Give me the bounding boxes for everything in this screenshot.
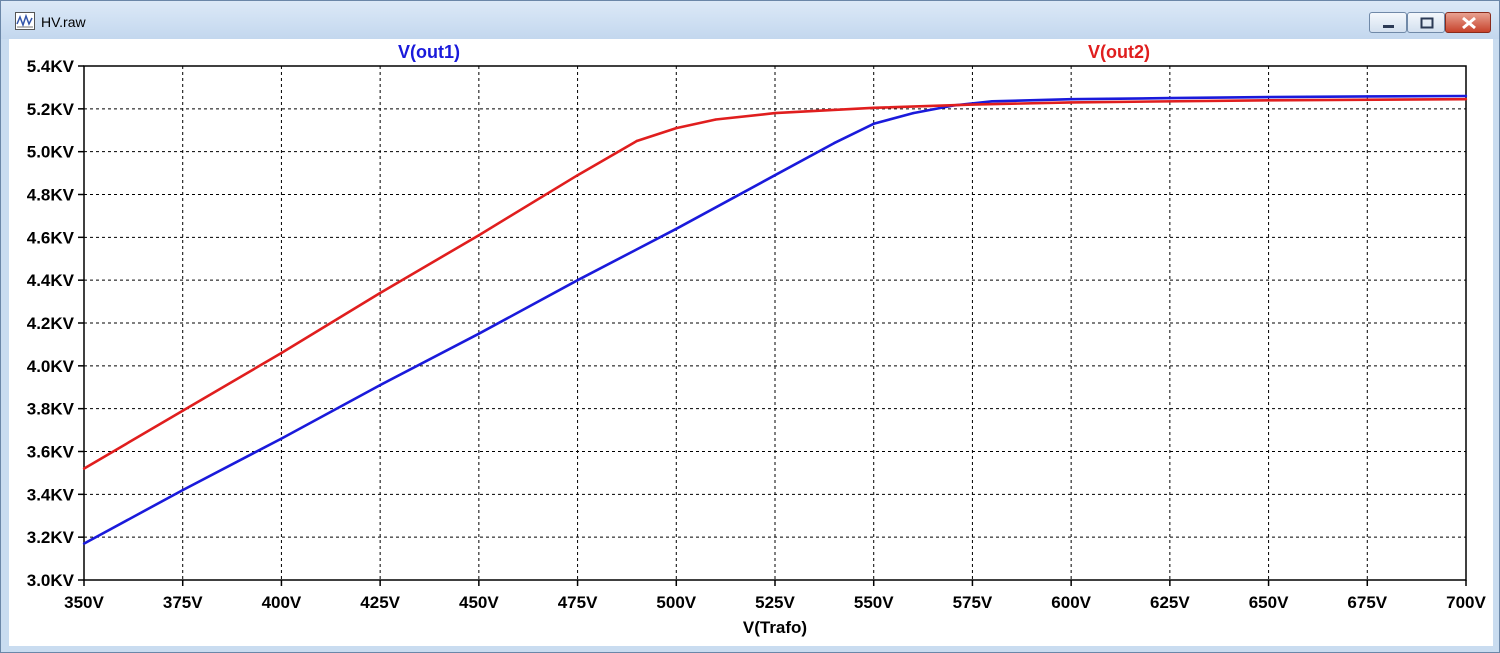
minimize-icon (1383, 25, 1394, 28)
trace-label-1[interactable]: V(out1) (398, 42, 460, 62)
data-point (576, 278, 579, 282)
data-point (1069, 97, 1073, 101)
x-tick-label: 675V (1347, 593, 1387, 612)
x-tick-label: 625V (1150, 593, 1190, 612)
x-tick-label: 425V (360, 593, 400, 612)
window-title: HV.raw (41, 14, 86, 30)
y-tick-label: 3.8KV (27, 400, 75, 419)
data-point (576, 174, 579, 177)
close-button[interactable] (1445, 12, 1491, 33)
data-point (714, 118, 717, 121)
data-point (181, 409, 184, 413)
minimize-button[interactable] (1369, 12, 1407, 33)
maximize-button[interactable] (1407, 12, 1445, 33)
data-point (635, 139, 638, 143)
y-tick-label: 3.4KV (27, 485, 75, 504)
x-tick-label: 450V (459, 593, 499, 612)
y-tick-label: 5.4KV (27, 57, 75, 76)
y-tick-label: 4.0KV (27, 357, 75, 376)
data-point (675, 227, 678, 230)
y-tick-label: 4.6KV (27, 228, 75, 247)
maximize-icon (1420, 17, 1434, 29)
waveform-plot[interactable]: 350V 375V 400V 425V 450V 475V 500V 525V 550V 575V… (9, 39, 1493, 646)
x-axis-label: V(Trafo) (743, 618, 807, 637)
y-tick-label: 5.0KV (27, 143, 75, 162)
x-tick-label: 475V (558, 593, 598, 612)
data-point (1366, 95, 1369, 98)
data-point (773, 111, 777, 115)
x-tick-label: 400V (262, 593, 302, 612)
x-tick-label: 700V (1446, 593, 1486, 612)
data-point (675, 126, 678, 130)
y-tick-label: 4.4KV (27, 271, 75, 290)
x-tick-label: 375V (163, 593, 203, 612)
data-point (971, 103, 974, 106)
data-point (1069, 101, 1073, 104)
data-point (378, 383, 382, 387)
data-point (990, 100, 994, 103)
data-point (280, 351, 283, 355)
data-point (477, 233, 481, 237)
data-point (1464, 97, 1468, 101)
data-point (378, 291, 382, 295)
data-point (82, 467, 86, 470)
data-point (280, 437, 283, 440)
data-point (1267, 95, 1270, 99)
x-tick-label: 525V (755, 593, 795, 612)
data-point (1464, 94, 1468, 98)
x-tick-label: 550V (854, 593, 894, 612)
data-point (477, 332, 481, 335)
x-tick-label: 350V (64, 593, 104, 612)
data-point (1168, 96, 1172, 100)
x-tick-label: 575V (953, 593, 993, 612)
data-point (773, 174, 777, 177)
title-bar[interactable]: HV.raw (1, 1, 1499, 39)
x-tick-label: 500V (656, 593, 696, 612)
y-tick-label: 3.6KV (27, 443, 75, 462)
x-tick-label: 650V (1249, 593, 1289, 612)
data-point (1267, 99, 1270, 102)
y-tick-label: 3.2KV (27, 528, 75, 547)
y-tick-label: 4.8KV (27, 186, 75, 205)
data-point (872, 122, 875, 126)
data-point (82, 542, 86, 545)
waveform-window: HV.raw 350V 375V 400V 425V 450V 475V 500V 525V 5… (0, 0, 1500, 653)
plot-pane[interactable]: 350V 375V 400V 425V 450V 475V 500V 525V 550V 575V… (9, 39, 1493, 646)
waveform-window-icon (15, 12, 35, 30)
y-tick-label: 4.2KV (27, 314, 75, 333)
trace-label-2[interactable]: V(out2) (1088, 42, 1150, 62)
y-tick-label: 3.0KV (27, 571, 75, 590)
data-point (872, 106, 875, 109)
data-point (833, 141, 836, 145)
data-point (181, 488, 184, 492)
close-icon (1462, 16, 1476, 30)
x-tick-label: 600V (1051, 593, 1091, 612)
data-point (912, 111, 915, 115)
y-tick-label: 5.2KV (27, 100, 75, 119)
